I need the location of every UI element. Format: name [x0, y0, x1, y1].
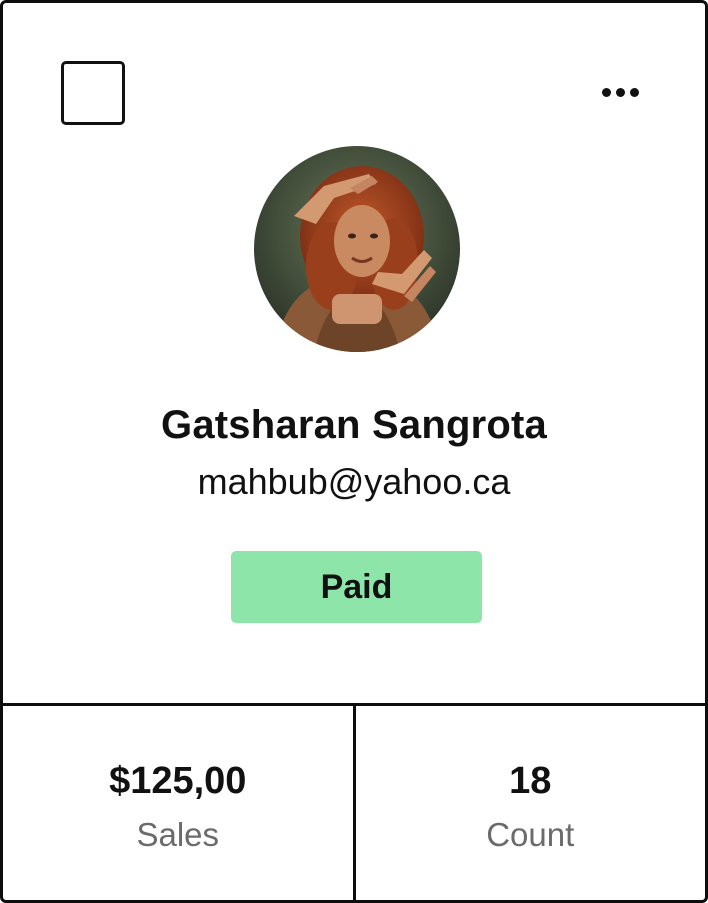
more-horizontal-icon — [629, 87, 639, 97]
stat-value: $125,00 — [109, 760, 247, 802]
more-horizontal-icon — [601, 87, 611, 97]
more-horizontal-icon — [615, 87, 625, 97]
profile-name: Gatsharan Sangrota — [161, 403, 547, 447]
status-badge: Paid — [231, 551, 482, 623]
stat-count: 18 Count — [352, 706, 706, 900]
select-checkbox[interactable] — [61, 61, 125, 125]
profile-card: Gatsharan Sangrota mahbub@yahoo.ca Paid … — [0, 0, 708, 903]
more-options-button[interactable] — [595, 73, 645, 111]
profile-section: Gatsharan Sangrota mahbub@yahoo.ca Paid — [3, 3, 705, 703]
avatar-image — [254, 146, 460, 352]
avatar — [254, 146, 460, 352]
stats-row: $125,00 Sales 18 Count — [3, 703, 706, 900]
stat-label: Sales — [136, 816, 220, 853]
stat-value: 18 — [509, 760, 552, 802]
stat-sales: $125,00 Sales — [3, 706, 353, 900]
stat-label: Count — [486, 816, 575, 853]
profile-email: mahbub@yahoo.ca — [197, 461, 511, 502]
